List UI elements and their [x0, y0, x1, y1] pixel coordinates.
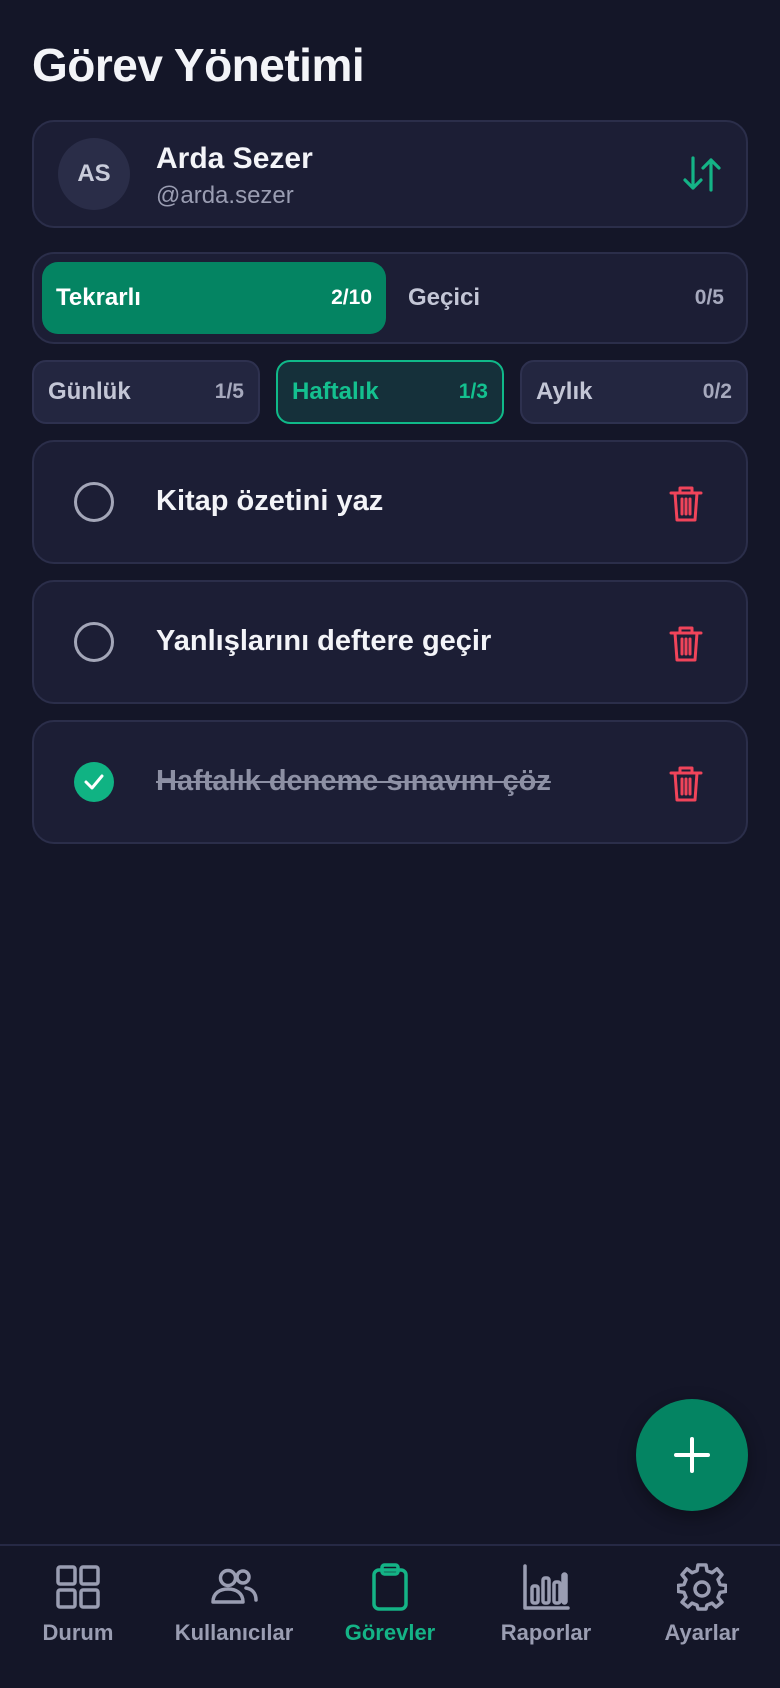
user-handle: @arda.sezer — [156, 182, 294, 209]
nav-label: Ayarlar — [664, 1620, 740, 1645]
period-tab-weekly[interactable]: Haftalık 1/3 — [276, 360, 504, 424]
tab-label: Tekrarlı — [56, 284, 141, 311]
nav-item-durum[interactable]: Durum — [0, 1562, 156, 1672]
add-task-button[interactable] — [636, 1399, 748, 1511]
tab-label: Geçici — [408, 284, 481, 311]
swap-vertical-icon[interactable] — [680, 152, 724, 196]
tab-temporary[interactable]: Geçici 0/5 — [394, 262, 738, 334]
tab-recurring[interactable]: Tekrarlı 2/10 — [42, 262, 386, 334]
trash-icon[interactable] — [668, 484, 704, 524]
nav-item-ayarlar[interactable]: Ayarlar — [624, 1562, 780, 1672]
avatar: AS — [58, 138, 130, 210]
task-checkbox[interactable] — [74, 622, 114, 662]
check-icon — [84, 774, 104, 790]
plus-icon — [674, 1437, 710, 1473]
trash-icon[interactable] — [668, 624, 704, 664]
period-label: Günlük — [48, 378, 131, 405]
nav-item-gorevler[interactable]: Görevler — [312, 1562, 468, 1672]
user-card[interactable]: AS Arda Sezer @arda.sezer — [32, 120, 748, 228]
users-icon — [211, 1568, 258, 1604]
task-item: Kitap özetini yaz — [32, 440, 748, 564]
tab-count: 2/10 — [331, 286, 372, 309]
period-count: 1/5 — [214, 380, 244, 403]
task-type-segmented-control: Tekrarlı 2/10 Geçici 0/5 — [32, 252, 748, 344]
user-name: Arda Sezer — [156, 142, 313, 175]
grid-icon — [56, 1565, 100, 1609]
period-tab-monthly[interactable]: Aylık 0/2 — [520, 360, 748, 424]
task-checkbox-checked[interactable] — [74, 762, 114, 802]
task-title: Kitap özetini yaz — [156, 485, 384, 517]
task-title: Haftalık deneme sınavını çöz — [156, 765, 551, 797]
nav-item-kullanicilar[interactable]: Kullanıcılar — [156, 1562, 312, 1672]
nav-item-raporlar[interactable]: Raporlar — [468, 1562, 624, 1672]
nav-label: Raporlar — [500, 1620, 592, 1645]
period-count: 1/3 — [458, 380, 488, 403]
task-item: Haftalık deneme sınavını çöz — [32, 720, 748, 844]
period-label: Aylık — [536, 378, 593, 405]
task-title: Yanlışlarını deftere geçir — [156, 625, 492, 657]
period-tab-daily[interactable]: Günlük 1/5 — [32, 360, 260, 424]
gear-icon — [677, 1563, 727, 1611]
nav-label: Görevler — [344, 1620, 436, 1645]
trash-icon[interactable] — [668, 764, 704, 804]
period-count: 0/2 — [702, 380, 732, 403]
period-label: Haftalık — [292, 378, 379, 405]
tab-count: 0/5 — [694, 286, 724, 309]
task-checkbox[interactable] — [74, 482, 114, 522]
nav-label: Durum — [42, 1620, 114, 1645]
task-item: Yanlışlarını deftere geçir — [32, 580, 748, 704]
page-title: Görev Yönetimi — [32, 39, 365, 91]
nav-label: Kullanıcılar — [174, 1620, 294, 1645]
clipboard-icon — [372, 1563, 408, 1611]
bar-chart-icon — [523, 1564, 570, 1610]
bottom-navigation: Durum Kullanıcılar Görevler Raporlar Aya… — [0, 1544, 780, 1688]
task-management-screen: Görev Yönetimi AS Arda Sezer @arda.sezer… — [0, 0, 780, 1688]
